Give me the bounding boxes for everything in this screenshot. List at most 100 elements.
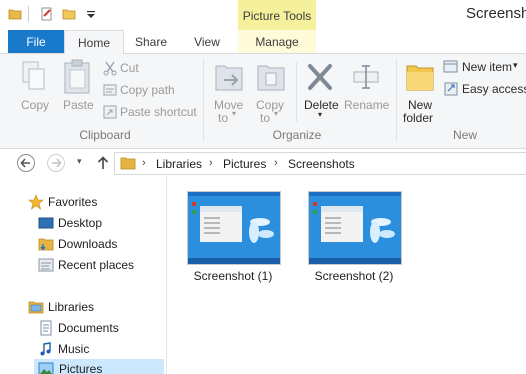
clipboard-icon bbox=[64, 59, 90, 94]
nav-music-label: Music bbox=[58, 342, 90, 356]
ribbon-tab-row: File Home Share View Manage bbox=[0, 30, 526, 55]
breadcrumb-libraries[interactable]: Libraries bbox=[156, 157, 202, 171]
copy-button[interactable]: Copy bbox=[16, 58, 52, 118]
ribbon: Copy Paste Cut Copy path Paste shortcut … bbox=[0, 54, 526, 149]
file-list: Screenshot (1) Screenshot (2) bbox=[167, 176, 526, 374]
copy-icon bbox=[22, 61, 45, 90]
nav-favorites[interactable]: Favorites bbox=[28, 192, 148, 212]
rename-label: Rename bbox=[344, 98, 390, 112]
paste-label: Paste bbox=[63, 98, 94, 112]
move-to-icon bbox=[215, 65, 243, 91]
copy-path-button[interactable]: Copy path bbox=[102, 82, 192, 99]
nav-desktop-label: Desktop bbox=[58, 216, 103, 230]
nav-favorites-label: Favorites bbox=[48, 195, 98, 209]
properties-icon[interactable] bbox=[40, 7, 54, 21]
pictures-icon bbox=[38, 362, 54, 374]
window-title: Screensho bbox=[466, 5, 526, 22]
file-name: Screenshot (2) bbox=[314, 269, 394, 283]
ribbon-separator bbox=[396, 58, 397, 142]
libraries-icon bbox=[28, 301, 44, 314]
thumbnail-image bbox=[188, 192, 280, 264]
nav-recent-places[interactable]: Recent places bbox=[38, 255, 158, 275]
picture-tools-contextual-label: Picture Tools bbox=[238, 0, 316, 30]
copy-to-icon bbox=[257, 65, 285, 91]
recent-locations-icon[interactable]: ▾ bbox=[77, 156, 82, 167]
new-item-icon bbox=[443, 60, 458, 73]
nav-pictures[interactable]: Pictures bbox=[34, 359, 164, 374]
customize-qat-icon[interactable] bbox=[84, 7, 98, 21]
recent-places-icon bbox=[38, 258, 54, 272]
new-folder-button[interactable]: New folder bbox=[400, 58, 440, 125]
documents-icon bbox=[40, 320, 52, 336]
folder-icon[interactable] bbox=[8, 7, 22, 21]
cut-button[interactable]: Cut bbox=[102, 60, 192, 77]
easy-access-label: Easy access bbox=[462, 82, 526, 96]
paste-shortcut-button[interactable]: Paste shortcut bbox=[102, 104, 198, 121]
tab-file[interactable]: File bbox=[8, 30, 64, 53]
paste-shortcut-icon bbox=[103, 105, 117, 119]
paste-button[interactable]: Paste bbox=[58, 58, 96, 118]
tab-manage[interactable]: Manage bbox=[238, 30, 316, 53]
nav-downloads[interactable]: Downloads bbox=[38, 234, 148, 254]
breadcrumb-pictures[interactable]: Pictures bbox=[223, 157, 266, 171]
dropdown-arrow-icon: ▾ bbox=[274, 109, 279, 118]
forward-icon[interactable] bbox=[46, 153, 66, 173]
breadcrumb-chevron-icon[interactable]: › bbox=[209, 157, 213, 169]
screenshot-thumbnail bbox=[308, 191, 402, 265]
up-arrow-icon[interactable] bbox=[96, 155, 110, 171]
dropdown-arrow-icon: ▾ bbox=[232, 109, 237, 118]
file-item[interactable]: Screenshot (1) bbox=[187, 191, 281, 283]
easy-access-button[interactable]: Easy access bbox=[443, 81, 526, 99]
title-bar: Picture Tools Screensho bbox=[0, 0, 526, 30]
new-folder-icon bbox=[406, 65, 434, 91]
new-item-button[interactable]: New item ▾ bbox=[443, 59, 526, 77]
file-item[interactable]: Screenshot (2) bbox=[308, 191, 402, 283]
paste-shortcut-label: Paste shortcut bbox=[120, 105, 197, 119]
nav-recent-places-label: Recent places bbox=[58, 258, 135, 272]
library-folder-icon bbox=[120, 157, 136, 170]
copy-path-label: Copy path bbox=[120, 83, 175, 97]
tab-share[interactable]: Share bbox=[122, 30, 180, 53]
back-icon[interactable] bbox=[16, 153, 36, 173]
new-group-label: New bbox=[452, 128, 477, 142]
star-icon bbox=[28, 194, 44, 210]
move-to-label-2: to bbox=[218, 111, 229, 125]
nav-music[interactable]: Music bbox=[38, 339, 148, 359]
nav-libraries[interactable]: Libraries bbox=[28, 297, 148, 317]
nav-libraries-label: Libraries bbox=[48, 300, 95, 314]
new-folder-label: New bbox=[408, 98, 433, 112]
cut-label: Cut bbox=[120, 61, 139, 75]
copy-label: Copy bbox=[21, 98, 50, 112]
dropdown-arrow-icon: ▾ bbox=[513, 60, 518, 70]
nav-desktop[interactable]: Desktop bbox=[38, 213, 148, 233]
thumbnail-image bbox=[309, 192, 401, 264]
desktop-icon bbox=[38, 217, 54, 229]
copy-to-label-2: to bbox=[260, 111, 271, 125]
delete-button[interactable]: Delete ▾ bbox=[302, 58, 340, 124]
breadcrumb-chevron-icon[interactable]: › bbox=[274, 157, 278, 169]
new-folder-label-2: folder bbox=[403, 111, 434, 125]
tab-home[interactable]: Home bbox=[64, 30, 124, 55]
nav-documents-label: Documents bbox=[58, 321, 119, 335]
scissors-icon bbox=[103, 61, 117, 76]
copy-path-icon bbox=[103, 84, 117, 96]
nav-pictures-label: Pictures bbox=[59, 362, 103, 374]
move-to-button[interactable]: Move to ▾ bbox=[210, 58, 248, 125]
copy-to-label: Copy bbox=[256, 98, 285, 112]
move-to-label: Move bbox=[214, 98, 244, 112]
breadcrumb-chevron-icon[interactable]: › bbox=[142, 157, 146, 169]
rename-button[interactable]: Rename bbox=[344, 58, 390, 118]
navigation-pane: Favorites Desktop Downloads Recent place… bbox=[0, 176, 167, 374]
music-note-icon bbox=[40, 342, 51, 356]
file-name: Screenshot (1) bbox=[193, 269, 273, 283]
nav-documents[interactable]: Documents bbox=[38, 318, 148, 338]
dropdown-arrow-icon: ▾ bbox=[318, 110, 323, 119]
breadcrumb-screenshots[interactable]: Screenshots bbox=[288, 157, 355, 171]
nav-downloads-label: Downloads bbox=[58, 237, 118, 251]
ribbon-separator bbox=[296, 62, 297, 122]
rename-icon bbox=[353, 65, 379, 89]
address-bar[interactable]: › Libraries › Pictures › Screenshots bbox=[114, 152, 526, 175]
tab-view[interactable]: View bbox=[180, 30, 234, 53]
copy-to-button[interactable]: Copy to ▾ bbox=[252, 58, 290, 125]
new-folder-icon[interactable] bbox=[62, 7, 76, 21]
